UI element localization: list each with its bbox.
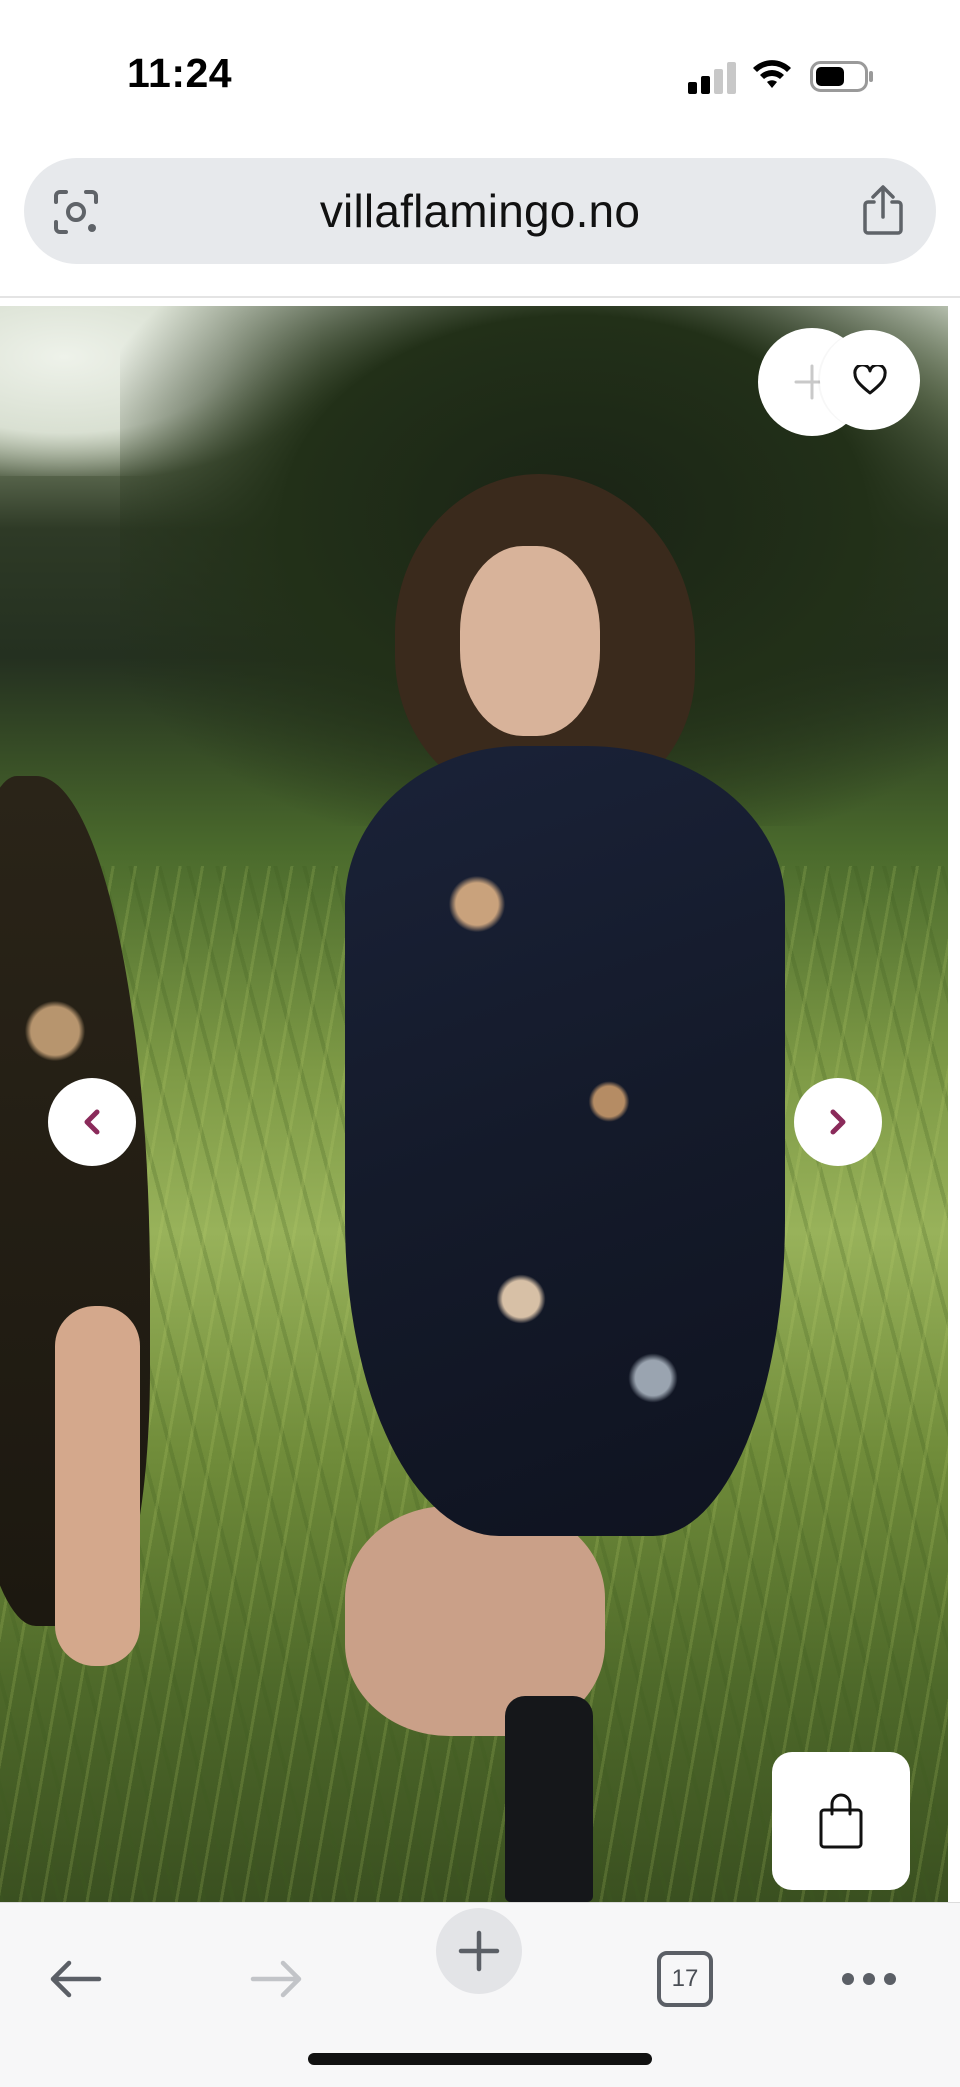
tabs-icon: 17 [657, 1951, 713, 2007]
previous-image-button[interactable] [48, 1078, 136, 1166]
url-text[interactable]: villaflamingo.no [24, 184, 936, 238]
arrow-left-icon [50, 1960, 102, 1998]
next-image-button[interactable] [794, 1078, 882, 1166]
wifi-icon [753, 60, 791, 88]
shopping-bag-icon [819, 1793, 863, 1849]
more-button[interactable] [824, 1931, 914, 2027]
signal-strength-icon [688, 62, 736, 94]
battery-icon [810, 61, 873, 92]
address-bar[interactable]: villaflamingo.no [24, 158, 936, 264]
arrow-right-icon [250, 1960, 302, 1998]
photo-model-boot [505, 1696, 593, 1902]
divider [0, 296, 960, 298]
heart-icon [853, 365, 887, 395]
forward-button[interactable] [232, 1931, 322, 2027]
photo-side-arm [55, 1306, 140, 1666]
wishlist-button[interactable] [820, 330, 920, 430]
back-button[interactable] [30, 1931, 120, 2027]
plus-icon [458, 1930, 500, 1972]
chevron-right-icon [830, 1109, 846, 1135]
status-time: 11:24 [127, 50, 233, 96]
cart-button[interactable] [772, 1752, 910, 1890]
photo-model-face [460, 546, 600, 736]
home-indicator[interactable] [308, 2053, 652, 2065]
new-tab-button[interactable] [436, 1908, 522, 1994]
status-bar: 11:24 [0, 0, 960, 150]
more-horizontal-icon [842, 1973, 896, 1985]
chevron-left-icon [84, 1109, 100, 1135]
photo-model-dress [345, 746, 785, 1536]
tabs-button[interactable]: 17 [640, 1931, 730, 2027]
share-icon[interactable] [860, 184, 906, 236]
